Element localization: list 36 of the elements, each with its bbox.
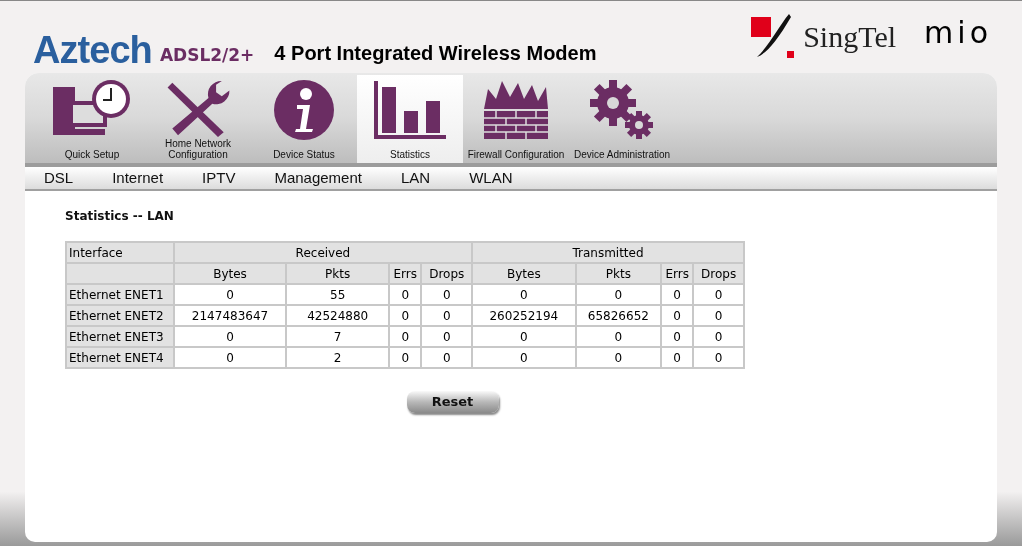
brick-wall-fire-icon bbox=[482, 79, 550, 141]
row-header: Ethernet ENET3 bbox=[66, 326, 174, 347]
row-header: Ethernet ENET4 bbox=[66, 347, 174, 368]
gears-icon bbox=[589, 79, 655, 141]
partner-logo: SingTel bbox=[803, 18, 897, 55]
page-title: 4 Port Integrated Wireless Modem bbox=[274, 41, 597, 66]
nav-tab[interactable]: Statistics bbox=[357, 75, 463, 163]
row-header: Ethernet ENET2 bbox=[66, 305, 174, 326]
column-header: Received bbox=[173, 242, 472, 263]
nav-label: Home Network Configuration bbox=[163, 138, 233, 160]
nav-label: Firewall Configuration bbox=[467, 149, 565, 160]
nav-label: Statistics bbox=[390, 149, 430, 160]
subnav-link[interactable]: Internet bbox=[112, 166, 164, 190]
subnav-link[interactable]: IPTV bbox=[202, 166, 236, 190]
row-header: Ethernet ENET1 bbox=[66, 284, 174, 305]
section-title: Statistics -- LAN bbox=[65, 208, 175, 225]
subnav-link[interactable]: Management bbox=[274, 166, 362, 190]
nav-tab[interactable]: Firewall Configuration bbox=[463, 75, 569, 163]
subnav-link[interactable]: WLAN bbox=[469, 166, 513, 190]
reset-button[interactable]: Reset bbox=[406, 391, 499, 413]
bar-chart-icon bbox=[372, 79, 448, 141]
column-header: Interface bbox=[66, 242, 174, 263]
model-label: ADSL2/2+ bbox=[159, 43, 255, 67]
subnav-link[interactable]: DSL bbox=[44, 166, 74, 190]
nav-tab[interactable]: Quick Setup bbox=[39, 75, 145, 163]
column-header: Transmitted bbox=[472, 242, 744, 263]
nav-tab[interactable]: Home Network Configuration bbox=[145, 75, 251, 163]
nav-tab[interactable]: Device Administration bbox=[569, 75, 675, 163]
subnav-link[interactable]: LAN bbox=[400, 166, 431, 190]
mio-logo: mio bbox=[924, 13, 992, 52]
nav-label: Device Administration bbox=[573, 149, 671, 160]
nav-label: Quick Setup bbox=[64, 149, 120, 160]
info-icon bbox=[273, 79, 335, 141]
brand-logo: Aztech bbox=[33, 31, 152, 69]
nav-tab[interactable]: Device Status bbox=[251, 75, 357, 163]
nav-label: Device Status bbox=[273, 149, 335, 160]
